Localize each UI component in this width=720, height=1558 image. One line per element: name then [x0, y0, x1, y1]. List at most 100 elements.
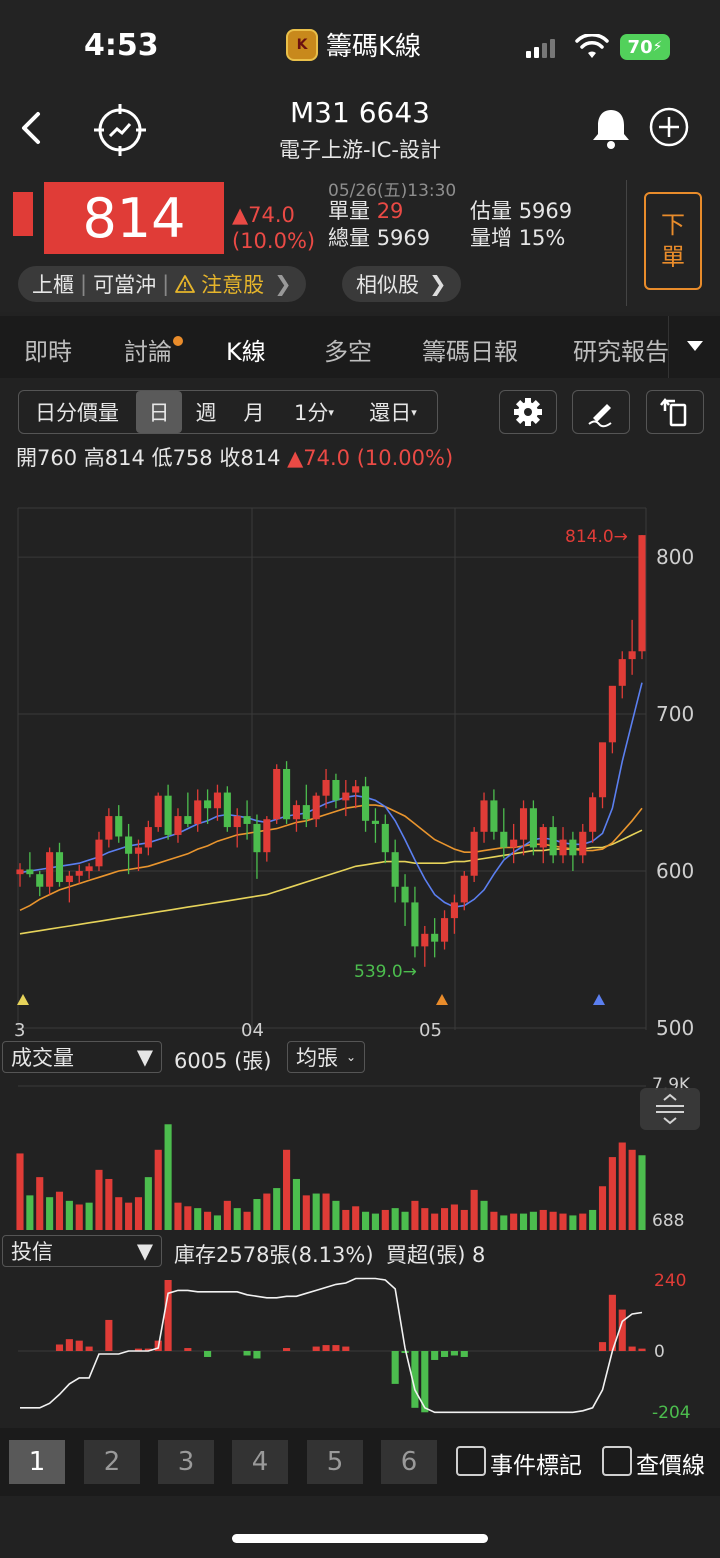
volume-bar — [273, 1188, 281, 1230]
volume-bar — [559, 1213, 567, 1230]
price-change-pct: (10.0%) — [232, 229, 316, 253]
period-week[interactable]: 週 — [186, 390, 226, 434]
rotate-screen-icon — [660, 397, 687, 427]
ma-mid-line — [19, 804, 643, 912]
rotate-button[interactable] — [646, 390, 704, 434]
volume-bar — [253, 1199, 261, 1230]
candle-body — [539, 827, 547, 848]
institution-bar — [431, 1351, 439, 1360]
candle-body — [233, 816, 241, 828]
volume-bar — [243, 1211, 251, 1230]
volume-bar — [115, 1197, 123, 1230]
volume-indicator-select[interactable]: 成交量 ▼ — [2, 1041, 162, 1073]
volume-bar — [134, 1197, 143, 1230]
candle-body — [638, 535, 646, 652]
institution-bar — [342, 1346, 350, 1351]
candle-body — [283, 769, 291, 820]
volume-bar — [233, 1208, 241, 1230]
volume-bar — [421, 1208, 429, 1230]
est-volume-label: 估量 — [470, 199, 512, 223]
period-intraday[interactable]: 日分價量 — [22, 390, 132, 434]
pen-icon — [588, 404, 612, 428]
page-2-button[interactable]: 2 — [84, 1440, 140, 1484]
volume-bar — [174, 1202, 182, 1230]
institution-bar — [460, 1351, 468, 1357]
close-value: 814 — [240, 446, 281, 470]
quote-volume-right: 估量 5969 量增 15% — [470, 198, 572, 252]
price-line-checkbox[interactable] — [602, 1446, 632, 1476]
candle-body — [164, 795, 172, 835]
period-month[interactable]: 月 — [234, 390, 274, 434]
volume-bar — [194, 1208, 202, 1230]
candle-body — [204, 800, 212, 809]
tab-bull-bear[interactable]: 多空 — [324, 332, 372, 367]
page-4-button[interactable]: 4 — [232, 1440, 288, 1484]
volume-bar — [510, 1213, 518, 1230]
page-3-button[interactable]: 3 — [158, 1440, 214, 1484]
tab-kline[interactable]: K線 — [226, 332, 266, 367]
tab-chip-daily[interactable]: 籌碼日報 — [422, 332, 518, 367]
ohlc-change: ▲74.0 (10.00%) — [287, 446, 454, 470]
tag-attention: 注意股 — [201, 273, 265, 297]
high-price-marker: 814.0→ — [565, 527, 628, 547]
candle-body — [598, 742, 607, 798]
add-watchlist-icon[interactable] — [648, 106, 690, 148]
volume-value: 6005 (張) — [174, 1049, 272, 1073]
period-day[interactable]: 日 — [136, 391, 182, 433]
low-value: 758 — [172, 446, 213, 470]
candle-body — [243, 816, 251, 824]
candle-body — [480, 800, 488, 832]
volume-bar — [569, 1215, 577, 1230]
tab-realtime[interactable]: 即時 — [24, 332, 72, 367]
place-order-button[interactable]: 下 單 — [644, 192, 702, 290]
candle-body — [450, 902, 458, 919]
tab-more-button[interactable] — [668, 316, 720, 378]
volume-bar — [440, 1208, 449, 1230]
institution-select[interactable]: 投信 ▼ — [2, 1235, 162, 1267]
total-volume: 5969 — [376, 226, 431, 250]
draw-button[interactable] — [572, 390, 630, 434]
period-minute[interactable]: 1分 ▾ — [284, 390, 344, 434]
price-axis-tick: 500 — [656, 1016, 694, 1040]
volume-bar — [184, 1206, 192, 1230]
unit-volume-label: 單量 — [328, 199, 370, 223]
battery-indicator: 70 ⚡ — [620, 34, 670, 60]
institution-bar — [85, 1346, 93, 1351]
bell-icon[interactable] — [586, 106, 636, 150]
event-mark-checkbox[interactable] — [456, 1446, 486, 1476]
volume-bar — [65, 1200, 73, 1230]
institution-inventory-line — [20, 1277, 643, 1414]
page-1-button[interactable]: 1 — [9, 1440, 65, 1484]
stock-tags[interactable]: 上櫃 | 可當沖 | 注意股 ❯ — [18, 266, 306, 302]
candle-body — [174, 816, 182, 835]
candle-body — [569, 839, 577, 856]
page-6-button[interactable]: 6 — [381, 1440, 437, 1484]
candle-body — [263, 819, 271, 853]
stock-radar-icon[interactable] — [92, 102, 148, 158]
order-label-bottom: 單 — [661, 243, 685, 271]
triangle-down-icon: ▼ — [136, 1239, 153, 1263]
candle-body — [194, 800, 202, 824]
candle-body — [322, 779, 330, 796]
institution-bar — [638, 1348, 646, 1351]
ohlc-summary: 開760 高814 低758 收814 ▲74.0 (10.00%) — [16, 442, 453, 472]
candle-body — [36, 874, 44, 887]
volume-bar — [618, 1142, 626, 1230]
settings-button[interactable] — [499, 390, 557, 434]
volume-bar — [95, 1169, 103, 1230]
similar-stocks-button[interactable]: 相似股 ❯ — [342, 266, 461, 302]
candle-body — [213, 792, 222, 809]
candle-body — [559, 839, 567, 856]
back-arrow-icon[interactable] — [14, 108, 50, 148]
panel-resize-handle[interactable] — [640, 1088, 700, 1130]
kline-chart[interactable]: 8007006005003 04 05814.0→539.0→7.9K6882400… — [0, 490, 720, 1426]
tab-research[interactable]: 研究報告 — [573, 332, 668, 367]
avg-lot-select[interactable]: 均張 ⌄ — [287, 1041, 365, 1073]
candle-body — [125, 836, 133, 854]
tab-discussion[interactable]: 討論 — [124, 332, 183, 367]
page-5-button[interactable]: 5 — [307, 1440, 363, 1484]
price-restore-select[interactable]: 還日 ▾ — [356, 390, 430, 434]
candle-body — [490, 800, 498, 832]
price-change: ▲74.0 (10.0%) — [232, 202, 315, 254]
warning-icon — [175, 275, 196, 293]
